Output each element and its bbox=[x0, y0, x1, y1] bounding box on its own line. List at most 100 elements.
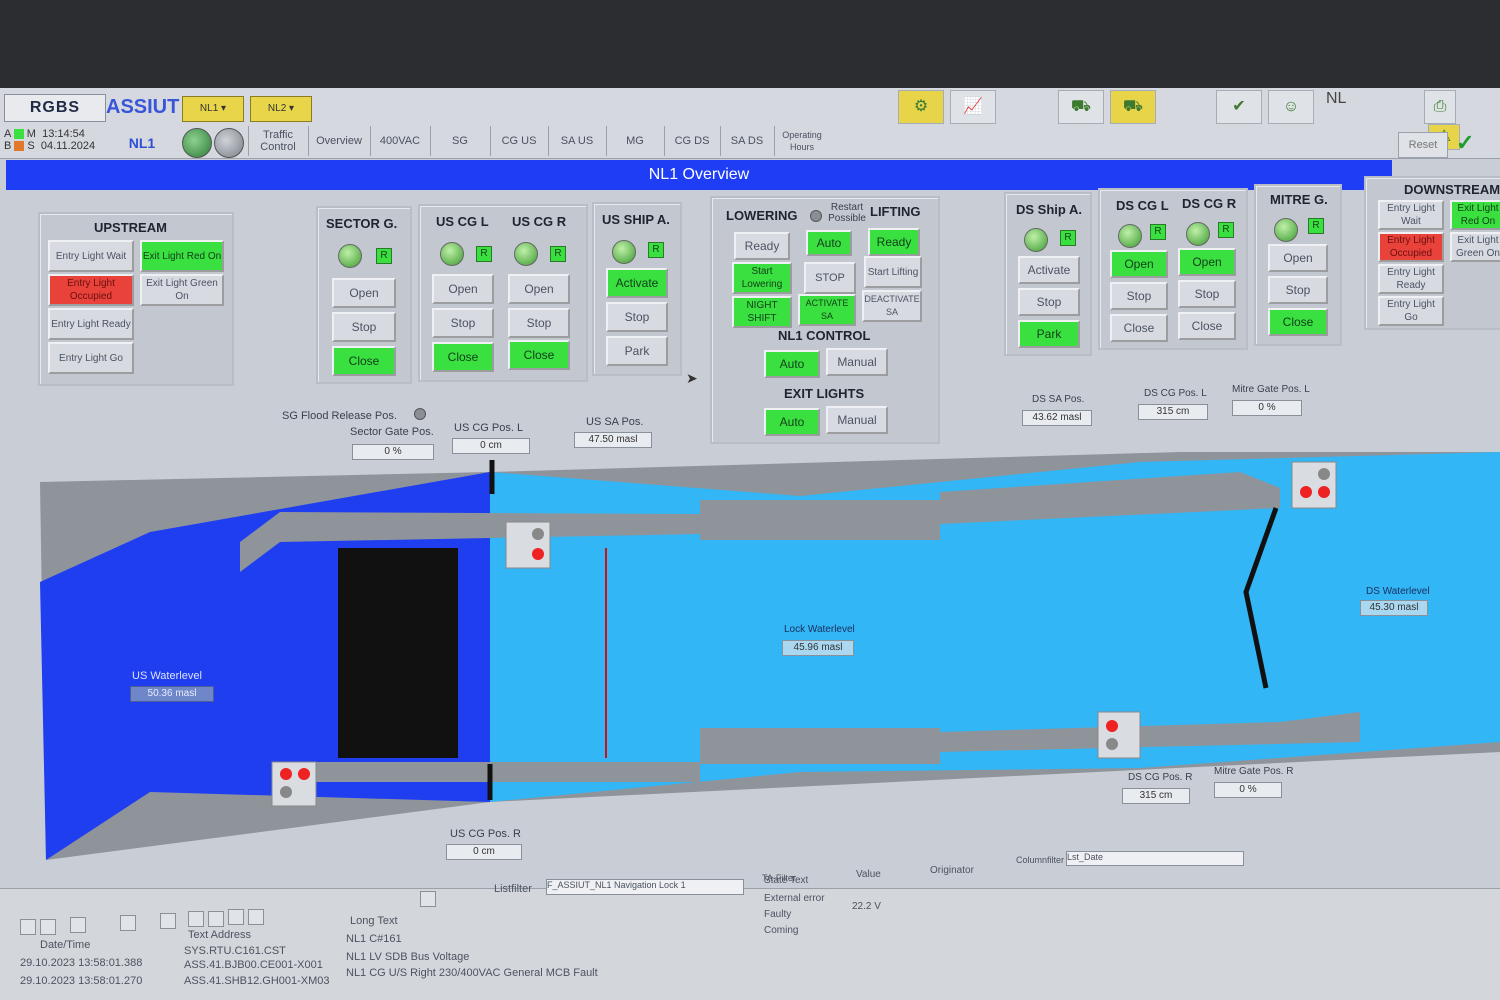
tab-cg-us[interactable]: CG US bbox=[490, 126, 547, 156]
sector-gate-close-button[interactable]: Close bbox=[332, 346, 396, 376]
us-cg-r-close-button[interactable]: Close bbox=[508, 340, 570, 370]
start-lowering-button[interactable]: Start Lowering bbox=[732, 262, 792, 294]
alarm-tool-icon-3[interactable] bbox=[120, 915, 136, 931]
upstream-exit-green-button[interactable]: Exit Light Green On bbox=[140, 274, 224, 306]
downstream-entry-wait-button[interactable]: Entry Light Wait bbox=[1378, 200, 1444, 230]
tab-overview[interactable]: Overview bbox=[308, 126, 369, 156]
alarm-row-2-text[interactable]: NL1 CG U/S Right 230/400VAC General MCB … bbox=[346, 967, 598, 979]
mode-auto-button[interactable]: Auto bbox=[806, 230, 852, 256]
alarm-row-1-text[interactable]: NL1 LV SDB Bus Voltage bbox=[346, 951, 469, 963]
col-date-time[interactable]: Date/Time bbox=[40, 939, 90, 951]
trend-chart-icon[interactable]: 📈 bbox=[950, 90, 996, 124]
ds-cg-l-open-button[interactable]: Open bbox=[1110, 250, 1168, 278]
operator-icon[interactable]: ⚙ bbox=[898, 90, 944, 124]
night-shift-button[interactable]: NIGHT SHIFT bbox=[732, 296, 792, 328]
reset-button[interactable]: Reset bbox=[1398, 132, 1448, 158]
upstream-entry-go-button[interactable]: Entry Light Go bbox=[48, 342, 134, 374]
ds-ship-a-park-button[interactable]: Park bbox=[1018, 320, 1080, 348]
ds-cg-panel: DS CG L DS CG R R R Open Open Stop Stop … bbox=[1098, 188, 1248, 350]
alarm-row-0-address[interactable]: SYS.RTU.C161.CST bbox=[184, 945, 286, 957]
sort-down-icon[interactable] bbox=[248, 909, 264, 925]
us-cg-r-open-button[interactable]: Open bbox=[508, 274, 570, 304]
alarm-tool-icon-4[interactable] bbox=[160, 913, 176, 929]
binoculars-icon[interactable] bbox=[70, 917, 86, 933]
ds-ship-a-activate-button[interactable]: Activate bbox=[1018, 256, 1080, 284]
ds-cg-r-close-button[interactable]: Close bbox=[1178, 312, 1236, 340]
downstream-exit-red-button[interactable]: Exit Light Red On bbox=[1450, 200, 1500, 230]
ds-cg-r-open-button[interactable]: Open bbox=[1178, 248, 1236, 276]
user-icon[interactable]: ☺ bbox=[1268, 90, 1314, 124]
acknowledge-icon[interactable]: ✔ bbox=[1216, 90, 1262, 124]
tab-cg-ds[interactable]: CG DS bbox=[664, 126, 719, 156]
alarm-row-1-date[interactable]: 29.10.2023 13:58:01.388 bbox=[20, 957, 142, 969]
sector-gate-remote-badge: R bbox=[376, 248, 392, 264]
vehicle-alarm-icon[interactable]: ⛟ bbox=[1110, 90, 1156, 124]
ds-ship-a-stop-button[interactable]: Stop bbox=[1018, 288, 1080, 316]
us-cg-r-stop-button[interactable]: Stop bbox=[508, 308, 570, 338]
downstream-entry-go-button[interactable]: Entry Light Go bbox=[1378, 296, 1444, 326]
nl1-control-manual-button[interactable]: Manual bbox=[826, 348, 888, 376]
col-value[interactable]: Value bbox=[856, 869, 881, 880]
start-lifting-button[interactable]: Start Lifting bbox=[864, 256, 922, 288]
us-cg-l-close-button[interactable]: Close bbox=[432, 342, 494, 372]
col-text-address[interactable]: Text Address bbox=[188, 929, 251, 941]
ds-cg-r-stop-button[interactable]: Stop bbox=[1178, 280, 1236, 308]
stop-button[interactable]: STOP bbox=[804, 262, 856, 294]
sector-gate-stop-button[interactable]: Stop bbox=[332, 312, 396, 342]
ds-cg-l-close-button[interactable]: Close bbox=[1110, 314, 1168, 342]
mitre-gate-stop-button[interactable]: Stop bbox=[1268, 276, 1328, 304]
ds-cg-l-stop-button[interactable]: Stop bbox=[1110, 282, 1168, 310]
us-cg-l-open-button[interactable]: Open bbox=[432, 274, 494, 304]
exit-lights-manual-button[interactable]: Manual bbox=[826, 406, 888, 434]
printer-icon[interactable]: ⎙ bbox=[1424, 90, 1456, 124]
us-ship-a-activate-button[interactable]: Activate bbox=[606, 268, 668, 298]
pause-icon[interactable] bbox=[208, 911, 224, 927]
deactivate-sa-button[interactable]: DEACTIVATE SA bbox=[862, 290, 922, 322]
tab-operating-hours[interactable]: Operating Hours bbox=[774, 126, 829, 156]
alarm-row-2-address[interactable]: ASS.41.SHB12.GH001-XM03 bbox=[184, 975, 330, 987]
activate-sa-button[interactable]: ACTIVATE SA bbox=[798, 294, 856, 326]
nl1-selector[interactable]: NL1 ▾ bbox=[182, 96, 244, 122]
vehicle-icon[interactable]: ⛟ bbox=[1058, 90, 1104, 124]
confirm-check-icon[interactable]: ✓ bbox=[1456, 130, 1474, 156]
lowering-ready-button[interactable]: Ready bbox=[734, 232, 790, 260]
tab-400vac[interactable]: 400VAC bbox=[370, 126, 429, 156]
listfilter-select[interactable]: F_ASSIUT_NL1 Navigation Lock 1 bbox=[546, 879, 744, 895]
col-originator[interactable]: Originator bbox=[930, 865, 974, 876]
tab-traffic-control[interactable]: Traffic Control bbox=[248, 126, 307, 156]
tab-sg[interactable]: SG bbox=[430, 126, 489, 156]
alarm-row-1-address[interactable]: ASS.41.BJB00.CE001-X001 bbox=[184, 959, 323, 971]
us-ship-a-park-button[interactable]: Park bbox=[606, 336, 668, 366]
tab-sa-ds[interactable]: SA DS bbox=[720, 126, 773, 156]
us-ship-a-stop-button[interactable]: Stop bbox=[606, 302, 668, 332]
upstream-entry-occupied-button[interactable]: Entry Light Occupied bbox=[48, 274, 134, 306]
settings-globe-icon[interactable] bbox=[214, 128, 244, 158]
alarm-row-2-date[interactable]: 29.10.2023 13:58:01.270 bbox=[20, 975, 142, 987]
nl2-selector[interactable]: NL2 ▾ bbox=[250, 96, 312, 122]
columnfilter-input[interactable]: Lst_Date bbox=[1066, 851, 1244, 866]
play-icon[interactable] bbox=[188, 911, 204, 927]
tab-sa-us[interactable]: SA US bbox=[548, 126, 605, 156]
us-cg-l-stop-button[interactable]: Stop bbox=[432, 308, 494, 338]
col-long-text[interactable]: Long Text bbox=[350, 915, 398, 927]
mitre-gate-close-button[interactable]: Close bbox=[1268, 308, 1328, 336]
alarm-tool-icon-1[interactable] bbox=[20, 919, 36, 935]
upstream-entry-ready-button[interactable]: Entry Light Ready bbox=[48, 308, 134, 340]
acknowledge-alarm-icon[interactable] bbox=[420, 891, 436, 907]
lifting-ready-button[interactable]: Ready bbox=[868, 228, 920, 256]
nl1-control-auto-button[interactable]: Auto bbox=[764, 350, 820, 378]
mitre-gate-open-button[interactable]: Open bbox=[1268, 244, 1328, 272]
exit-lights-auto-button[interactable]: Auto bbox=[764, 408, 820, 436]
alarm-row-0-text[interactable]: NL1 C#161 bbox=[346, 933, 402, 945]
downstream-exit-green-button[interactable]: Exit Light Green On bbox=[1450, 232, 1500, 262]
sector-gate-open-button[interactable]: Open bbox=[332, 278, 396, 308]
col-state-text[interactable]: State Text bbox=[764, 875, 808, 886]
alarm-tool-icon-2[interactable] bbox=[40, 919, 56, 935]
sort-up-icon[interactable] bbox=[228, 909, 244, 925]
downstream-entry-occupied-button[interactable]: Entry Light Occupied bbox=[1378, 232, 1444, 262]
downstream-entry-ready-button[interactable]: Entry Light Ready bbox=[1378, 264, 1444, 294]
upstream-exit-red-button[interactable]: Exit Light Red On bbox=[140, 240, 224, 272]
tab-mg[interactable]: MG bbox=[606, 126, 663, 156]
upstream-entry-wait-button[interactable]: Entry Light Wait bbox=[48, 240, 134, 272]
globe-icon[interactable] bbox=[182, 128, 212, 158]
